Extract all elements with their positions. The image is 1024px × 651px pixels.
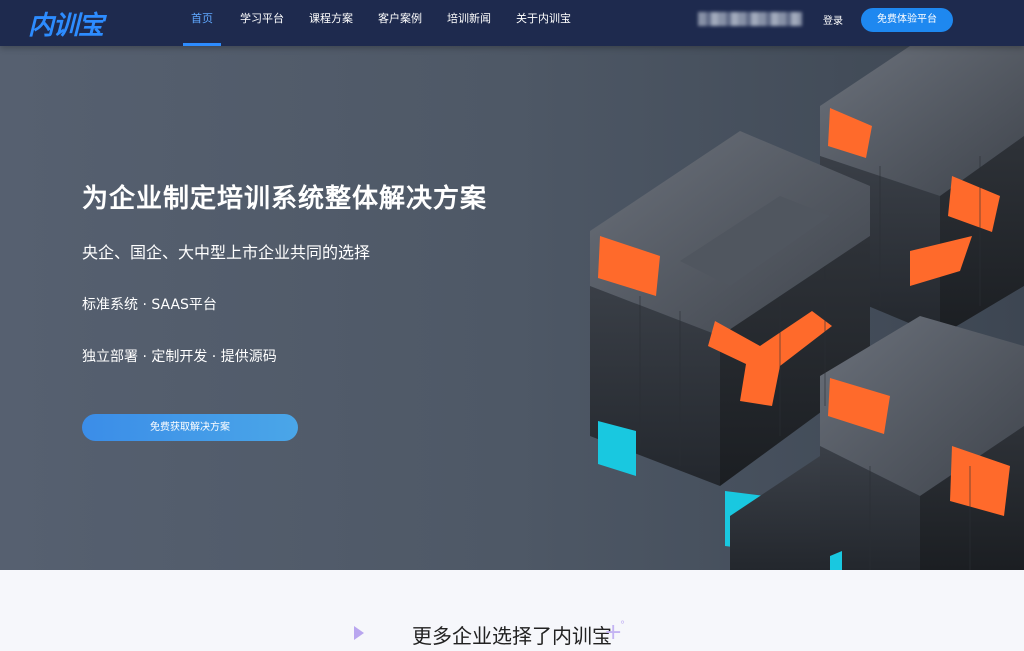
free-trial-button[interactable]: 免费体验平台 [861,8,953,32]
nav-item-learning-platform[interactable]: 学习平台 [240,0,284,46]
active-nav-indicator [183,43,221,46]
circle-dot-icon: ° [620,620,625,631]
hero-feature-line-2: 独立部署 · 定制开发 · 提供源码 [82,349,277,365]
top-navbar: 内训宝 首页 学习平台 课程方案 客户案例 培训新闻 关于内训宝 登录 免费体验… [0,0,1024,46]
hero-title: 为企业制定培训系统整体解决方案 [82,184,488,214]
get-solution-button[interactable]: 免费获取解决方案 [82,414,298,441]
cube-illustration [590,46,1024,570]
hero-subtitle: 央企、国企、大中型上市企业共同的选择 [82,243,371,262]
hero-feature-line-1: 标准系统 · SAAS平台 [82,297,217,313]
section-title: 更多企业选择了内训宝 [412,624,612,648]
nav-item-about[interactable]: 关于内训宝 [516,0,571,46]
login-link[interactable]: 登录 [823,12,843,27]
nav-item-customer-cases[interactable]: 客户案例 [378,0,422,46]
nav-item-training-news[interactable]: 培训新闻 [447,0,491,46]
blurred-phone-number [698,12,802,26]
nav-item-course-plans[interactable]: 课程方案 [309,0,353,46]
nav-item-home[interactable]: 首页 [191,0,213,46]
brand-logo[interactable]: 内训宝 [28,5,104,42]
hero-banner: 为企业制定培训系统整体解决方案 央企、国企、大中型上市企业共同的选择 标准系统 … [0,46,1024,570]
